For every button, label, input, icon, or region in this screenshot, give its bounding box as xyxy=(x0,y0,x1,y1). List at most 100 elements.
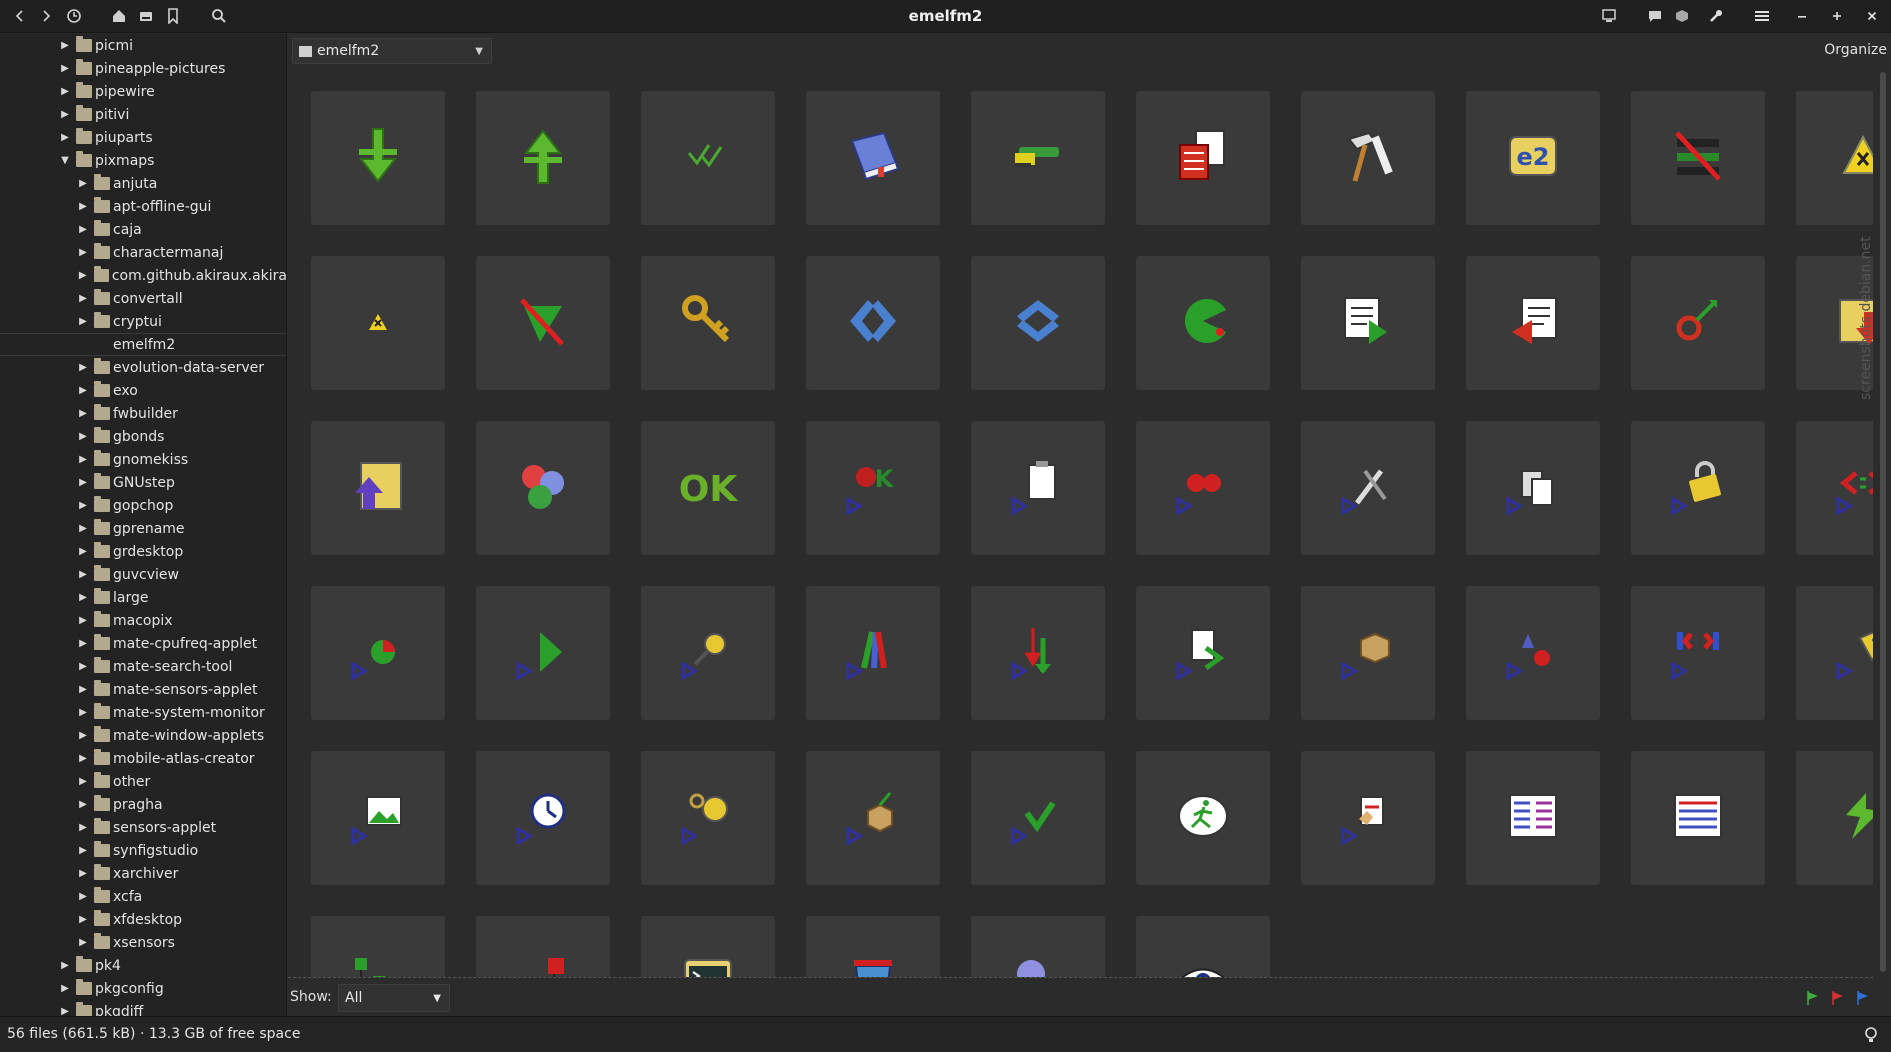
drive-icon[interactable] xyxy=(134,5,158,27)
file-tile[interactable] xyxy=(971,421,1105,555)
tree-item[interactable]: ▶ gnomekiss xyxy=(0,448,286,471)
file-tile[interactable] xyxy=(476,421,610,555)
file-tile[interactable] xyxy=(311,91,445,225)
expand-arrow-icon[interactable]: ▶ xyxy=(78,862,88,885)
expand-arrow-icon[interactable]: ▶ xyxy=(78,356,88,379)
tree-item[interactable]: ▶ grdesktop xyxy=(0,540,286,563)
file-tile[interactable] xyxy=(971,916,1105,977)
back-arrow-icon[interactable] xyxy=(8,5,32,27)
file-tile[interactable] xyxy=(1631,421,1765,555)
file-tile[interactable] xyxy=(1631,586,1765,720)
expand-arrow-icon[interactable]: ▶ xyxy=(78,931,88,954)
menu-icon[interactable] xyxy=(1750,5,1774,27)
expand-arrow-icon[interactable]: ▶ xyxy=(60,1000,70,1016)
collapse-arrow-icon[interactable]: ▼ xyxy=(60,149,70,172)
file-tile[interactable] xyxy=(806,256,940,390)
tree-item[interactable]: ▶ synfigstudio xyxy=(0,839,286,862)
file-tile[interactable] xyxy=(1631,91,1765,225)
file-tile[interactable] xyxy=(971,91,1105,225)
maximize-icon[interactable] xyxy=(1825,5,1849,27)
tree-item[interactable]: emelfm2 xyxy=(0,333,286,356)
file-tile[interactable] xyxy=(1136,586,1270,720)
expand-arrow-icon[interactable]: ▶ xyxy=(78,655,88,678)
show-filter-select[interactable]: All ▼ xyxy=(338,984,450,1012)
expand-arrow-icon[interactable]: ▶ xyxy=(78,218,88,241)
tree-item[interactable]: ▶ exo xyxy=(0,379,286,402)
tree-item[interactable]: ▶ picmi xyxy=(0,34,286,57)
expand-arrow-icon[interactable]: ▶ xyxy=(78,816,88,839)
file-tile[interactable] xyxy=(806,751,940,885)
file-tile[interactable] xyxy=(476,91,610,225)
expand-arrow-icon[interactable]: ▶ xyxy=(78,195,88,218)
tree-item[interactable]: ▶ pitivi xyxy=(0,103,286,126)
search-icon[interactable] xyxy=(207,5,231,27)
tree-item[interactable]: ▶ gprename xyxy=(0,517,286,540)
file-tile[interactable]: K xyxy=(806,421,940,555)
expand-arrow-icon[interactable]: ▶ xyxy=(60,126,70,149)
file-tile[interactable] xyxy=(1796,91,1873,225)
blue-flag-icon[interactable] xyxy=(1855,990,1871,1006)
expand-arrow-icon[interactable]: ▶ xyxy=(78,494,88,517)
file-tile[interactable] xyxy=(1301,256,1435,390)
file-tile[interactable] xyxy=(641,91,775,225)
expand-arrow-icon[interactable]: ▶ xyxy=(60,103,70,126)
tree-item[interactable]: ▶ pipewire xyxy=(0,80,286,103)
file-tile[interactable] xyxy=(1631,751,1765,885)
file-tile[interactable] xyxy=(311,586,445,720)
expand-arrow-icon[interactable]: ▶ xyxy=(78,885,88,908)
green-flag-icon[interactable] xyxy=(1805,990,1821,1006)
tree-item[interactable]: ▶ xarchiver xyxy=(0,862,286,885)
expand-arrow-icon[interactable]: ▶ xyxy=(78,770,88,793)
forward-arrow-icon[interactable] xyxy=(34,5,58,27)
file-tile[interactable] xyxy=(311,256,445,390)
tree-item[interactable]: ▶ mate-cpufreq-applet xyxy=(0,632,286,655)
tree-item[interactable]: ▶ gbonds xyxy=(0,425,286,448)
tree-item[interactable]: ▶ other xyxy=(0,770,286,793)
expand-arrow-icon[interactable]: ▶ xyxy=(78,517,88,540)
expand-arrow-icon[interactable]: ▶ xyxy=(78,172,88,195)
tree-item[interactable]: ▶ apt-offline-gui xyxy=(0,195,286,218)
chat-icon[interactable] xyxy=(1643,5,1667,27)
tree-item[interactable]: ▶ anjuta xyxy=(0,172,286,195)
file-tile[interactable] xyxy=(476,256,610,390)
expand-arrow-icon[interactable]: ▶ xyxy=(60,80,70,103)
tree-item[interactable]: ▶ pk4 xyxy=(0,954,286,977)
file-tile[interactable] xyxy=(476,916,610,977)
file-tile[interactable] xyxy=(1301,586,1435,720)
file-tile[interactable] xyxy=(1466,421,1600,555)
file-tile[interactable] xyxy=(1796,586,1873,720)
expand-arrow-icon[interactable]: ▶ xyxy=(78,287,88,310)
tree-item[interactable]: ▶ com.github.akiraux.akira xyxy=(0,264,286,287)
tree-item[interactable]: ▶ xfdesktop xyxy=(0,908,286,931)
minimize-icon[interactable] xyxy=(1790,5,1814,27)
expand-arrow-icon[interactable]: ▶ xyxy=(78,379,88,402)
file-tile[interactable]: e2 xyxy=(1466,91,1600,225)
file-tile[interactable] xyxy=(1466,586,1600,720)
expand-arrow-icon[interactable]: ▶ xyxy=(78,425,88,448)
directory-tree[interactable]: ▶ picmi ▶ pineapple-pictures ▶ pipewire ▶ pitiv… xyxy=(0,34,287,1016)
file-tile[interactable] xyxy=(1631,256,1765,390)
tree-item[interactable]: ▶ mate-sensors-applet xyxy=(0,678,286,701)
tree-item[interactable]: ▶ xsensors xyxy=(0,931,286,954)
tree-item[interactable]: ▶ mate-system-monitor xyxy=(0,701,286,724)
expand-arrow-icon[interactable]: ▶ xyxy=(78,402,88,425)
expand-arrow-icon[interactable]: ▶ xyxy=(78,310,88,333)
tree-item[interactable]: ▶ pineapple-pictures xyxy=(0,57,286,80)
tree-item[interactable]: ▶ piuparts xyxy=(0,126,286,149)
file-tile[interactable]: OK xyxy=(641,421,775,555)
tree-item[interactable]: ▶ evolution-data-server xyxy=(0,356,286,379)
tree-item[interactable]: ▶ mobile-atlas-creator xyxy=(0,747,286,770)
expand-arrow-icon[interactable]: ▶ xyxy=(78,678,88,701)
expand-arrow-icon[interactable]: ▶ xyxy=(78,563,88,586)
file-tile[interactable] xyxy=(1301,751,1435,885)
file-tile[interactable] xyxy=(1136,751,1270,885)
tag-icon[interactable] xyxy=(1670,5,1694,27)
tree-item[interactable]: ▶ pkgconfig xyxy=(0,977,286,1000)
file-tile[interactable] xyxy=(1301,421,1435,555)
expand-arrow-icon[interactable]: ▶ xyxy=(78,241,88,264)
tree-item[interactable]: ▶ caja xyxy=(0,218,286,241)
file-tile[interactable] xyxy=(641,751,775,885)
file-tile[interactable] xyxy=(641,586,775,720)
tree-item[interactable]: ▶ sensors-applet xyxy=(0,816,286,839)
expand-arrow-icon[interactable]: ▶ xyxy=(78,448,88,471)
